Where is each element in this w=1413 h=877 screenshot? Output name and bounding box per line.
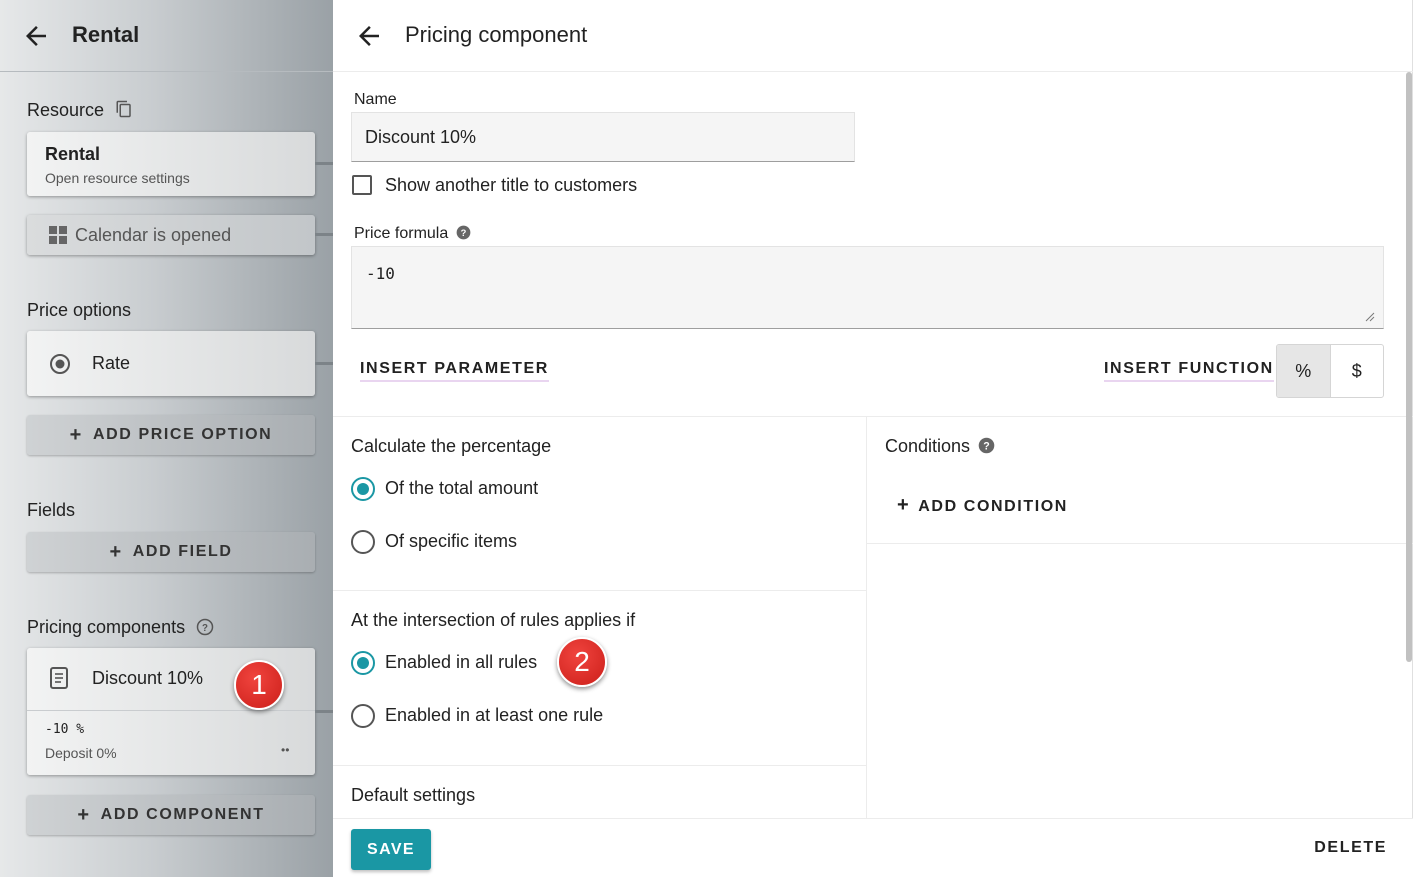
insert-function-button[interactable]: INSERT FUNCTION (1104, 360, 1274, 382)
column-divider (866, 416, 867, 818)
price-formula-label-group: Price formula ? (354, 225, 471, 243)
add-field-label: ADD FIELD (132, 543, 233, 560)
section-divider (333, 590, 866, 591)
add-price-option-button[interactable]: + ADD PRICE OPTION (27, 415, 315, 455)
help-icon[interactable]: ? (456, 225, 471, 240)
help-outline-icon[interactable]: ? (196, 618, 214, 636)
price-option-label: Rate (92, 353, 131, 373)
svg-text:?: ? (983, 441, 989, 453)
document-icon (50, 667, 68, 689)
default-settings-heading: Default settings (351, 785, 476, 805)
price-options-label: Price options (27, 300, 132, 320)
price-formula-value: -10 (366, 264, 395, 283)
annotation-badge-2: 2 (557, 637, 607, 687)
resize-handle-icon[interactable] (1365, 312, 1375, 322)
connector-line (315, 162, 333, 165)
editor-header: Pricing component (333, 0, 1413, 72)
component-card-title: Discount 10% (92, 668, 204, 688)
name-input[interactable]: Discount 10% (351, 112, 855, 162)
name-label: Name (354, 91, 397, 108)
component-card-deposit: Deposit 0% (45, 745, 117, 761)
back-arrow-icon[interactable] (21, 21, 51, 51)
radio-target-icon (50, 354, 70, 374)
sidebar-title: Rental (72, 22, 140, 47)
radio-specific-items-label: Of specific items (385, 531, 518, 551)
component-card-value: -10 % (45, 722, 85, 737)
svg-text:?: ? (202, 623, 208, 634)
resource-sidebar: Rental Resource Rental Open resource set… (0, 0, 333, 877)
section-divider (333, 416, 1413, 417)
fields-label: Fields (27, 500, 76, 520)
scrollbar[interactable] (1406, 72, 1412, 662)
add-price-option-label: ADD PRICE OPTION (92, 426, 273, 443)
plus-icon: + (109, 540, 123, 563)
calc-percentage-heading: Calculate the percentage (351, 436, 552, 456)
connector-line (315, 233, 333, 236)
back-arrow-icon[interactable] (354, 21, 384, 51)
pricing-components-label: Pricing components (27, 617, 186, 637)
pricing-component-editor: Pricing component Name Discount 10% Show… (333, 0, 1413, 877)
resource-section-label: Resource (27, 100, 133, 121)
editor-footer: SAVE DELETE (333, 818, 1413, 877)
section-divider (333, 765, 866, 766)
dollar-toggle-button[interactable]: $ (1331, 345, 1384, 397)
add-component-button[interactable]: + ADD COMPONENT (27, 795, 315, 835)
svg-text:?: ? (460, 228, 466, 238)
add-condition-button[interactable]: + ADD CONDITION (897, 494, 1068, 517)
calendar-status-card[interactable]: Calendar is opened (27, 215, 315, 255)
section-divider (866, 543, 1413, 544)
conditions-heading-group: Conditions ? (885, 436, 995, 457)
radio-total-amount[interactable] (351, 477, 375, 501)
connector-line (315, 362, 333, 365)
price-formula-textarea[interactable]: -10 (351, 246, 1384, 329)
save-button[interactable]: SAVE (351, 829, 431, 870)
connector-line (315, 710, 333, 713)
resource-card-title: Rental (45, 144, 101, 164)
intersection-heading: At the intersection of rules applies if (351, 610, 636, 630)
resource-card-subtitle: Open resource settings (45, 170, 190, 186)
insert-parameter-button[interactable]: INSERT PARAMETER (360, 360, 549, 382)
price-formula-label: Price formula (354, 225, 449, 242)
plus-icon: + (69, 423, 83, 446)
resource-label: Resource (27, 100, 105, 120)
annotation-badge-1: 1 (234, 660, 284, 710)
pricing-components-section-label: Pricing components ? (27, 617, 214, 638)
radio-specific-items[interactable] (351, 530, 375, 554)
editor-title: Pricing component (405, 22, 588, 47)
show-title-label: Show another title to customers (385, 175, 638, 195)
radio-all-rules[interactable] (351, 651, 375, 675)
plus-icon: + (897, 494, 911, 516)
radio-all-rules-label: Enabled in all rules (385, 652, 538, 672)
conditions-heading: Conditions (885, 436, 971, 456)
radio-total-amount-label: Of the total amount (385, 478, 539, 498)
radio-one-rule[interactable] (351, 704, 375, 728)
card-divider (27, 710, 315, 711)
radio-one-rule-label: Enabled in at least one rule (385, 705, 604, 725)
delete-button[interactable]: DELETE (1314, 839, 1387, 857)
resource-card[interactable]: Rental Open resource settings (27, 132, 315, 196)
plus-icon: + (77, 803, 91, 826)
grid-icon (49, 226, 67, 244)
add-component-label: ADD COMPONENT (100, 806, 265, 823)
show-title-checkbox[interactable] (352, 175, 372, 195)
sidebar-header: Rental (0, 0, 333, 72)
help-icon[interactable]: ? (978, 437, 995, 454)
add-condition-label: ADD CONDITION (918, 498, 1068, 515)
unit-toggle: % $ (1276, 344, 1384, 398)
copy-icon[interactable] (115, 100, 133, 118)
calendar-status-label: Calendar is opened (75, 225, 232, 245)
percent-toggle-button[interactable]: % (1277, 345, 1331, 397)
price-option-card[interactable]: Rate (27, 331, 315, 396)
add-field-button[interactable]: + ADD FIELD (27, 532, 315, 572)
more-dots-icon[interactable]: •• (281, 743, 289, 757)
